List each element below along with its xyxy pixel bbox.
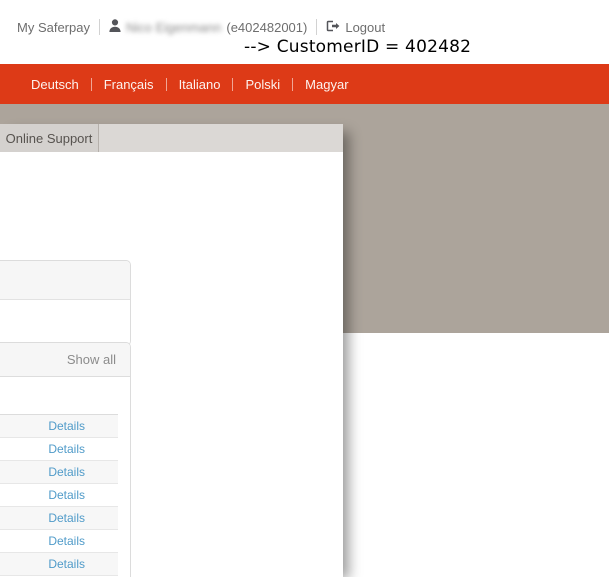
customer-id-annotation: --> CustomerID = 402482 (244, 37, 471, 57)
support-card: Show all Details Details Details Details (0, 342, 131, 577)
logout-label: Logout (345, 20, 385, 35)
details-link[interactable]: Details (48, 511, 85, 525)
logout-button[interactable]: Logout (326, 18, 385, 36)
upper-card-body (0, 300, 130, 345)
support-card-header: Show all (0, 343, 130, 377)
tab-online-support-label: Online Support (6, 131, 93, 146)
tab-online-support[interactable]: Online Support (0, 124, 99, 152)
my-saferpay-link[interactable]: My Saferpay (17, 20, 90, 35)
language-link-italiano[interactable]: Italiano (179, 77, 221, 92)
logout-icon (326, 19, 340, 37)
language-divider (232, 78, 233, 91)
upper-card-header (0, 261, 130, 300)
language-link-deutsch[interactable]: Deutsch (31, 77, 79, 92)
language-link-francais[interactable]: Français (104, 77, 154, 92)
details-link[interactable]: Details (48, 534, 85, 548)
table-row: Details (0, 438, 118, 461)
table-row: Details (0, 415, 118, 438)
language-divider (292, 78, 293, 91)
table-row: Details (0, 507, 118, 530)
details-link[interactable]: Details (48, 465, 85, 479)
upper-card (0, 260, 131, 346)
tab-bar-filler (99, 124, 343, 152)
header-divider (99, 19, 100, 35)
user-account-id: (e402482001) (226, 20, 307, 35)
language-bar: Deutsch Français Italiano Polski Magyar (0, 64, 609, 104)
language-link-magyar[interactable]: Magyar (305, 77, 348, 92)
table-row: Details (0, 530, 118, 553)
table-header-row (0, 377, 118, 415)
tab-bar: Online Support (0, 124, 343, 152)
table-row: Details (0, 461, 118, 484)
header-divider (316, 19, 317, 35)
language-divider (91, 78, 92, 91)
user-icon (109, 19, 121, 37)
panel-content: Show all Details Details Details Details (0, 152, 343, 577)
details-link[interactable]: Details (48, 557, 85, 571)
table-row: Details (0, 484, 118, 507)
show-all-link[interactable]: Show all (67, 352, 116, 367)
page: My Saferpay Nico Eigenmann (e402482001) … (0, 0, 609, 577)
language-link-polski[interactable]: Polski (245, 77, 280, 92)
support-table: Details Details Details Details Details (0, 377, 118, 576)
details-link[interactable]: Details (48, 419, 85, 433)
language-divider (166, 78, 167, 91)
details-link[interactable]: Details (48, 488, 85, 502)
content-panel: Online Support Show all Details (0, 124, 343, 577)
table-row: Details (0, 553, 118, 576)
details-link[interactable]: Details (48, 442, 85, 456)
user-name-redacted: Nico Eigenmann (126, 20, 221, 35)
